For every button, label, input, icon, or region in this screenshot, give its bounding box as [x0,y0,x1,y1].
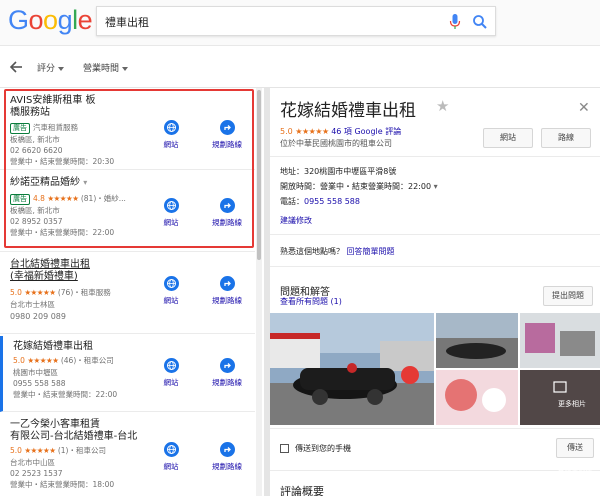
photo-thumb[interactable] [436,313,518,368]
results-scrollbar[interactable] [256,88,262,496]
hours-filter[interactable]: 營業時間 [83,61,129,74]
close-icon[interactable]: ✕ [578,100,590,116]
reviews-link[interactable]: 46 項 Google 評論 [331,127,401,136]
list-item[interactable]: 台北結婚禮車出租 (幸福新婚禮車) 5.0 ★★★★★ (76)・租車服務 台北市… [0,254,255,334]
website-button[interactable]: 網站 [146,442,196,472]
scroll-thumb[interactable] [257,90,261,260]
photo-thumb[interactable] [520,313,600,368]
result-hours: 營業中・結束營業時間：18:00 [10,480,115,489]
result-name[interactable]: 花嫁結婚禮車出租 [13,341,158,353]
result-hours: 營業中・結束營業時間：22:00 [13,390,118,399]
send-button[interactable]: 傳送 [556,438,594,458]
reviews-summary-title: 評論概要 [280,485,324,496]
result-location: 台北市中山區 [10,458,55,467]
website-button[interactable]: 網站 [146,358,196,388]
globe-icon [163,442,179,457]
phone-row: 電話：0955 558 588 [280,197,360,206]
send-to-phone-icon [280,444,289,453]
website-button[interactable]: 網站 [146,276,196,306]
search-icon[interactable] [471,13,489,31]
qa-all-link[interactable]: 查看所有問題 (1) [280,296,342,307]
result-phone: 02 2523 1537 [10,469,63,478]
list-item[interactable]: 一乙今榮小客車租賃 有限公司-台北結婚禮車-台北 5.0 ★★★★★ (1)・租車… [0,414,255,496]
directions-button[interactable]: 規劃路線 [202,276,252,306]
result-phone: 0955 558 588 [13,379,66,388]
top-bar: Google [0,0,600,46]
globe-icon [163,358,179,373]
ask-question-button[interactable]: 提出問題 [543,286,593,306]
place-detail-panel: 花嫁結婚禮車出租 ★ ✕ 5.0 ★★★★★ 46 項 Google 評論 位於… [270,88,600,496]
globe-icon [163,276,179,291]
directions-button[interactable]: 規劃路線 [202,442,252,472]
place-title: 花嫁結婚禮車出租 [280,101,416,121]
rating-stars: ★★★★★ [24,288,56,297]
list-item-selected[interactable]: 花嫁結婚禮車出租 5.0 ★★★★★ (46)・租車公司 桃園市中壢區 0955… [0,336,255,412]
chevron-down-icon: ▾ [433,182,438,191]
result-name[interactable]: 一乙今榮小客車租賃 有限公司-台北結婚禮車-台北 [10,419,150,443]
suggest-edit-link[interactable]: 建議修改 [280,215,312,226]
rating-stars: ★★★★★ [295,127,329,136]
address-row: 地址：320桃園市中壢區平滑8號 [280,167,397,176]
ads-highlight-box [4,89,254,248]
answer-questions-link[interactable]: 回答簡單問題 [347,247,395,256]
search-box[interactable] [96,6,496,36]
photo-thumb[interactable] [436,370,518,425]
more-photos-label[interactable]: 更多相片 [552,399,592,409]
more-photos-thumb[interactable] [520,370,600,425]
microphone-icon[interactable] [449,13,461,31]
directions-icon [219,442,235,457]
result-location: 桃園市中壢區 [13,368,58,377]
watermark-logo: 電腦王阿達 [557,467,593,475]
chevron-down-icon [122,66,129,71]
rating-stars: ★★★★★ [24,446,56,455]
directions-button[interactable]: 路線 [541,128,591,148]
place-subtitle: 位於中華民國桃園市的租車公司 [280,139,392,148]
main-photo[interactable] [270,313,434,425]
back-arrow-icon[interactable] [8,59,24,75]
save-star-icon[interactable]: ★ [436,97,449,115]
rating-stars: ★★★★★ [27,356,59,365]
results-list: AVIS安維斯租車 板橋服務站 廣告 汽車租賃服務 板橋區, 新北市 02 662… [0,88,262,496]
filter-bar: 評分 營業時間 [0,46,600,88]
send-to-phone-row: 傳送到您的手機 [280,443,351,454]
rating-filter[interactable]: 評分 [37,61,65,74]
search-input[interactable] [105,13,425,31]
directions-icon [219,276,235,291]
result-location: 台北市士林區 [10,300,55,309]
photo-gallery[interactable] [270,313,600,425]
result-name[interactable]: 台北結婚禮車出租 (幸福新婚禮車) [10,259,155,283]
directions-icon [219,358,235,373]
chevron-down-icon [58,66,65,71]
google-logo[interactable]: Google [8,5,93,36]
result-phone: 0980 209 089 [10,312,66,321]
hours-row[interactable]: 開放時間：營業中・結束營業時間：22:00 ▾ [280,181,438,192]
directions-button[interactable]: 規劃路線 [202,358,252,388]
owner-question-row: 熟悉這個地點嗎？ 回答簡單問題 [280,247,395,256]
website-button[interactable]: 網站 [483,128,533,148]
